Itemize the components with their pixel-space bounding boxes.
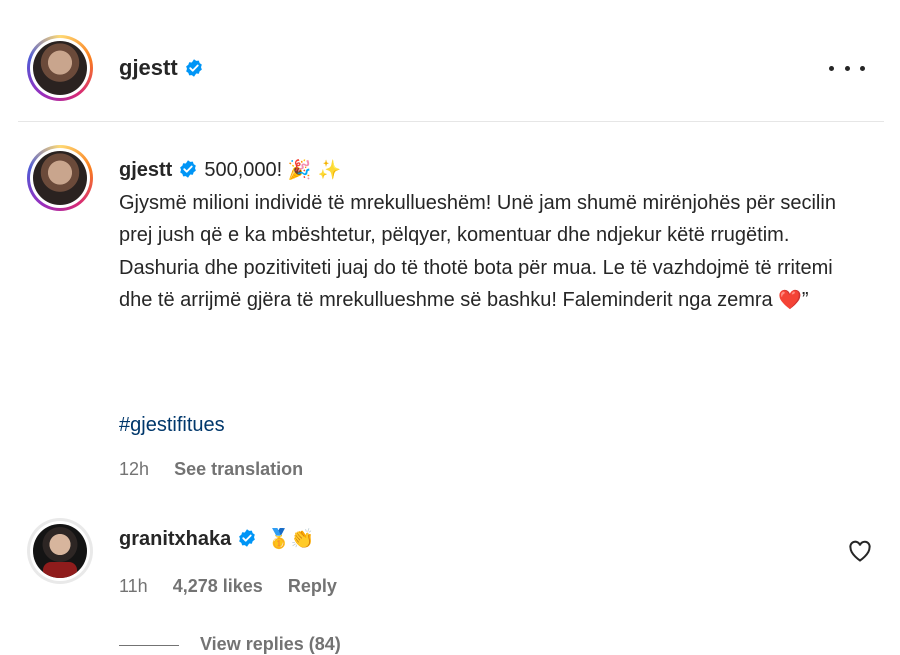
replies-divider-line	[119, 645, 179, 646]
red-heart-emoji: ❤️	[778, 289, 802, 311]
caption-prefix: 500,000!	[204, 159, 283, 181]
post-meta: 12h See translation	[119, 459, 323, 480]
caption-suffix: ”	[801, 289, 809, 311]
caption-body: Gjysmë milioni individë të mrekullueshëm…	[119, 191, 836, 312]
caption-username[interactable]: gjestt	[119, 159, 172, 181]
hashtag-link[interactable]: #gjestifitues	[119, 414, 225, 437]
verified-badge-icon	[239, 529, 256, 547]
comment-username[interactable]: granitxhaka	[119, 528, 231, 550]
see-translation-button[interactable]: See translation	[174, 459, 303, 479]
verified-badge-icon	[185, 59, 202, 77]
medal-clap-emoji: 🥇👏	[267, 528, 315, 550]
header-divider	[18, 121, 884, 122]
more-options-icon[interactable]	[829, 56, 865, 80]
commenter-avatar[interactable]	[27, 518, 93, 584]
verified-badge-icon	[180, 160, 197, 178]
reply-button[interactable]: Reply	[288, 576, 337, 596]
view-replies-button[interactable]: View replies (84)	[200, 634, 341, 655]
header-username-text[interactable]: gjestt	[119, 55, 178, 80]
post-time[interactable]: 12h	[119, 459, 149, 479]
comment-time[interactable]: 11h	[119, 576, 148, 596]
comment-meta: 11h 4,278 likes Reply	[119, 576, 357, 597]
post-author-avatar[interactable]	[27, 35, 93, 101]
comment: granitxhaka 🥇👏	[119, 527, 315, 551]
header-username[interactable]: gjestt	[119, 55, 204, 81]
party-sparkles-emoji: 🎉 ✨	[287, 159, 342, 181]
post-caption: gjestt 500,000! 🎉 ✨ Gjysmë milioni indivi…	[119, 154, 859, 317]
caption-author-avatar[interactable]	[27, 145, 93, 211]
heart-icon[interactable]	[848, 540, 872, 562]
comment-likes[interactable]: 4,278 likes	[173, 576, 263, 596]
